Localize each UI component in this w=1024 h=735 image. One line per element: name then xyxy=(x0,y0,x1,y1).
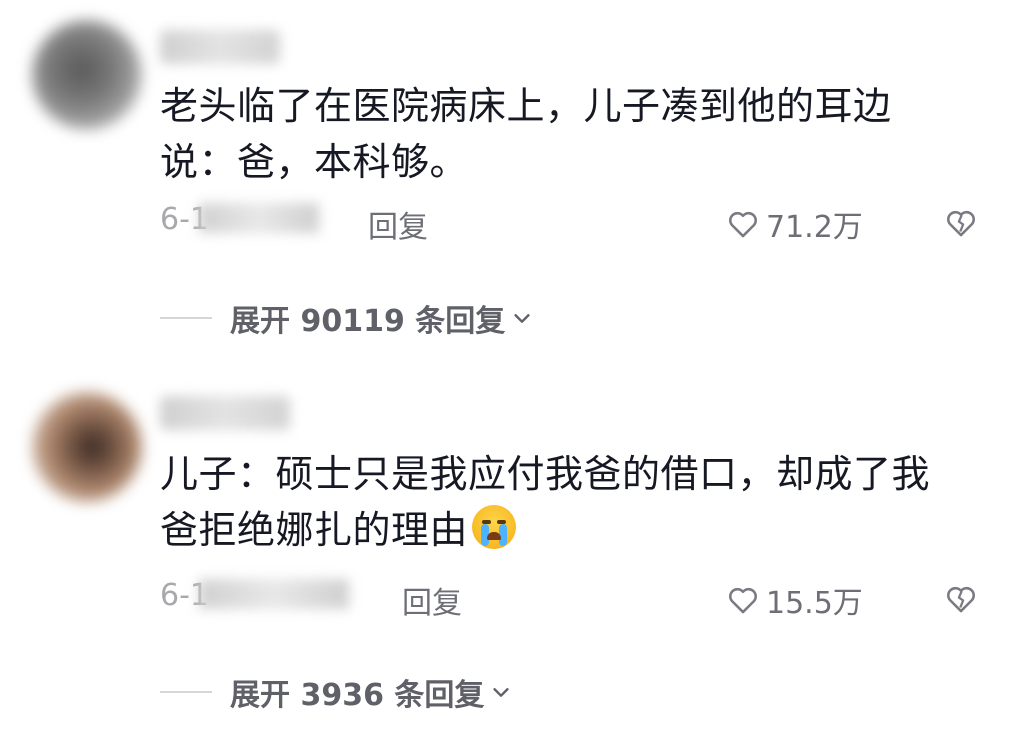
comment-text-line: 说：爸，本科够。 xyxy=(160,140,469,184)
reply-button[interactable]: 回复 xyxy=(402,578,462,622)
expand-replies-button[interactable]: 展开 3936 条回复 xyxy=(160,670,512,714)
location-blurred xyxy=(199,203,319,233)
expand-replies-button[interactable]: 展开 90119 条回复 xyxy=(160,296,533,340)
comment-text-line: 老头临了在医院病床上，儿子凑到他的耳边 xyxy=(160,84,892,128)
comment-text-segment: 爸拒绝娜扎的理由 xyxy=(160,508,469,552)
location-blurred xyxy=(199,579,349,609)
heart-outline-icon xyxy=(729,587,757,614)
comment-text-line: 爸拒绝娜扎的理由 xyxy=(160,502,930,558)
comment-text: 老头临了在医院病床上，儿子凑到他的耳边 说：爸，本科够。 xyxy=(160,78,892,190)
like-count: 15.5万 xyxy=(766,586,863,621)
crying-face-icon xyxy=(472,505,517,549)
comment-meta: 6-1 xyxy=(160,202,319,237)
like-count: 71.2万 xyxy=(766,210,863,245)
heart-outline-icon xyxy=(729,211,757,238)
comment-text-line: 儿子：硕士只是我应付我爸的借口，却成了我 xyxy=(160,452,931,496)
like-button[interactable]: 15.5万 xyxy=(726,578,863,622)
comment-text: 儿子：硕士只是我应付我爸的借口，却成了我 爸拒绝娜扎的理由 xyxy=(160,446,930,558)
divider-line xyxy=(160,317,212,319)
chevron-down-icon xyxy=(514,314,530,323)
avatar[interactable] xyxy=(32,392,142,502)
broken-heart-icon[interactable] xyxy=(944,582,978,616)
username-blurred[interactable] xyxy=(160,30,280,64)
comment-item: 儿子：硕士只是我应付我爸的借口，却成了我 爸拒绝娜扎的理由 6-1 回复 15.… xyxy=(0,370,1024,735)
avatar[interactable] xyxy=(32,20,142,130)
username-blurred[interactable] xyxy=(160,396,290,430)
expand-replies-label: 展开 90119 条回复 xyxy=(230,304,506,339)
like-button[interactable]: 71.2万 xyxy=(726,202,863,246)
broken-heart-icon[interactable] xyxy=(944,206,978,240)
reply-button[interactable]: 回复 xyxy=(368,202,428,246)
divider-line xyxy=(160,691,212,693)
chevron-down-icon xyxy=(493,688,509,697)
comment-meta: 6-1 xyxy=(160,578,349,613)
expand-replies-label: 展开 3936 条回复 xyxy=(230,678,485,713)
comment-item: 老头临了在医院病床上，儿子凑到他的耳边 说：爸，本科够。 6-1 回复 71.2… xyxy=(0,0,1024,360)
